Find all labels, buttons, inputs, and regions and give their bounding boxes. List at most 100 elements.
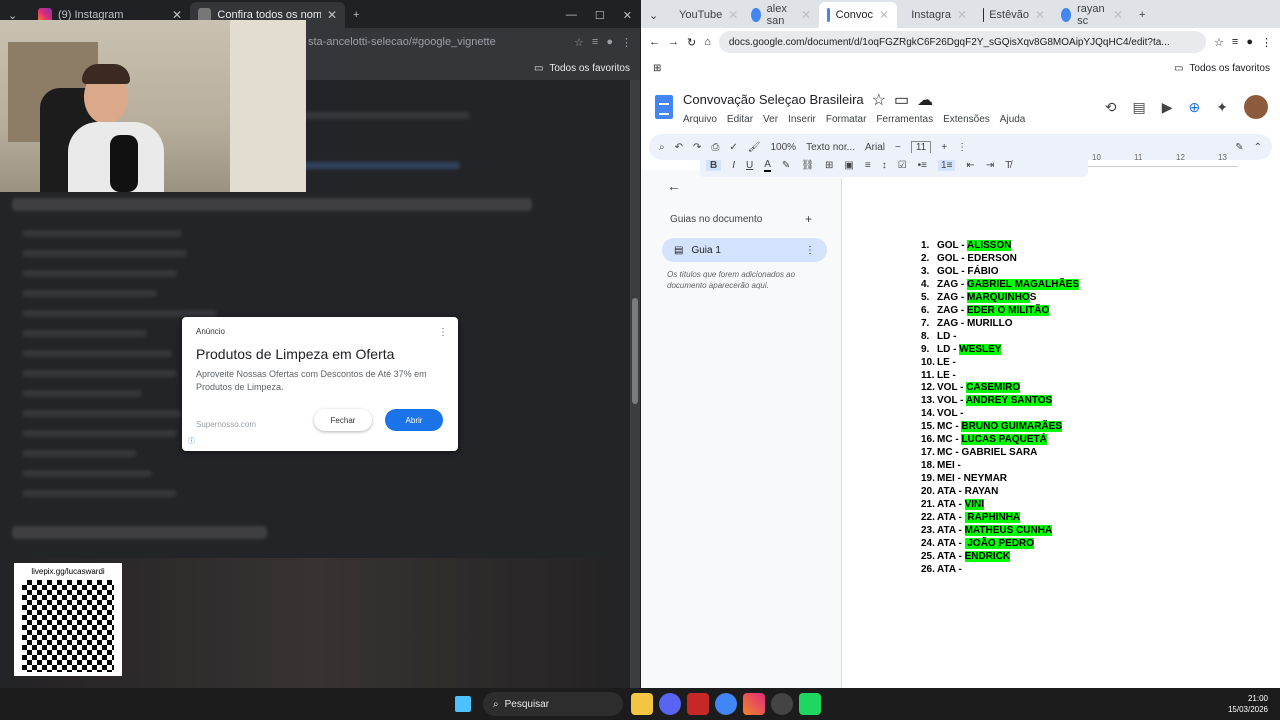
menu-ver[interactable]: Ver bbox=[763, 114, 778, 125]
obs-icon[interactable] bbox=[771, 693, 793, 715]
outline-tab-guia-1[interactable]: ▤ Guia 1 ⋮ bbox=[662, 238, 827, 262]
minimize-icon[interactable]: — bbox=[566, 9, 577, 21]
docs-logo-icon[interactable] bbox=[655, 95, 673, 119]
search-menus-icon[interactable]: ⌕ bbox=[659, 142, 665, 153]
font-size-increase[interactable]: + bbox=[941, 142, 947, 153]
squad-list-item[interactable]: 9. LD - WESLEY bbox=[921, 343, 1079, 357]
maximize-icon[interactable]: ☐ bbox=[595, 9, 605, 22]
squad-list-item[interactable]: 4. ZAG - GABRIEL MAGALHÃES bbox=[921, 278, 1080, 292]
add-tab-icon[interactable]: + bbox=[805, 212, 812, 226]
ad-source[interactable]: Supernosso.com bbox=[196, 420, 256, 429]
app-icon[interactable] bbox=[687, 693, 709, 715]
app-icon[interactable] bbox=[799, 693, 821, 715]
tab-google-docs[interactable]: Convoc ✕ bbox=[819, 2, 897, 28]
squad-list-item[interactable]: 12. VOL - CASEMIRO bbox=[921, 382, 1079, 395]
highlight-icon[interactable]: ✎ bbox=[782, 160, 790, 171]
ad-close-button[interactable]: Fechar bbox=[314, 409, 372, 431]
tab-rayan-search[interactable]: rayan sc ✕ bbox=[1053, 2, 1131, 28]
bookmark-star-icon[interactable]: ☆ bbox=[1214, 36, 1224, 49]
scroll-thumb[interactable] bbox=[632, 298, 638, 404]
squad-list-item[interactable]: 17. MC - GABRIEL SARA bbox=[921, 447, 1079, 460]
document-title[interactable]: Convovação Seleçao Brasileira bbox=[683, 92, 864, 107]
tab-instagram[interactable]: Instagra ✕ bbox=[897, 2, 975, 28]
left-scrollbar[interactable] bbox=[630, 80, 640, 688]
squad-list-item[interactable]: 2. GOL - EDERSON bbox=[921, 253, 1079, 266]
menu-extensoes[interactable]: Extensões bbox=[943, 114, 990, 125]
comments-icon[interactable]: ▤ bbox=[1133, 99, 1146, 116]
menu-dots-icon[interactable]: ⋮ bbox=[1261, 36, 1272, 49]
close-icon[interactable]: ✕ bbox=[879, 8, 889, 22]
move-folder-icon[interactable]: ▭ bbox=[894, 90, 909, 110]
meet-icon[interactable]: ▶ bbox=[1162, 99, 1173, 116]
squad-list-item[interactable]: 13. VOL - ANDREY SANTOS bbox=[921, 395, 1079, 408]
checklist-icon[interactable]: ☑ bbox=[898, 160, 907, 171]
link-icon[interactable]: ⛓ bbox=[801, 160, 814, 171]
squad-list-item[interactable]: 14. VOL - bbox=[921, 408, 1079, 421]
forward-icon[interactable]: → bbox=[668, 36, 679, 48]
menu-dots-icon[interactable]: ⋮ bbox=[621, 36, 632, 49]
bold-icon[interactable]: B bbox=[706, 159, 722, 171]
chrome-icon[interactable] bbox=[715, 693, 737, 715]
squad-list-item[interactable]: 24. ATA - JOÃO PEDRO bbox=[921, 537, 1079, 551]
cloud-status-icon[interactable]: ☁ bbox=[917, 90, 933, 110]
collapse-icon[interactable]: ⌃ bbox=[1254, 142, 1262, 153]
squad-list-item[interactable]: 3. GOL - FÁBIO bbox=[921, 266, 1079, 279]
bullet-list-icon[interactable]: •≡ bbox=[918, 160, 927, 171]
discord-icon[interactable] bbox=[659, 693, 681, 715]
start-icon[interactable] bbox=[455, 696, 471, 712]
line-spacing-icon[interactable]: ↕ bbox=[882, 160, 887, 171]
squad-list-item[interactable]: 18. MEI - bbox=[921, 460, 1079, 473]
align-icon[interactable]: ≡ bbox=[865, 160, 871, 171]
squad-list-item[interactable]: 20. ATA - RAYAN bbox=[921, 486, 1079, 499]
close-icon[interactable]: ✕ bbox=[957, 8, 967, 22]
image-icon[interactable]: ▣ bbox=[844, 160, 853, 171]
editing-mode-icon[interactable]: ✎ bbox=[1235, 142, 1243, 153]
comment-icon[interactable]: ⊞ bbox=[825, 160, 833, 171]
squad-list-item[interactable]: 22. ATA - RAPHINHA bbox=[921, 512, 1079, 525]
menu-formatar[interactable]: Formatar bbox=[826, 114, 867, 125]
italic-icon[interactable]: I bbox=[732, 160, 735, 171]
decrease-indent-icon[interactable]: ⇤ bbox=[966, 160, 974, 171]
reload-icon[interactable]: ↻ bbox=[687, 36, 696, 49]
media-icon[interactable]: ≡ bbox=[1232, 36, 1238, 48]
squad-list-item[interactable]: 23. ATA - MATHEUS CUNHA bbox=[921, 524, 1079, 538]
menu-ajuda[interactable]: Ajuda bbox=[1000, 114, 1026, 125]
menu-ferramentas[interactable]: Ferramentas bbox=[876, 114, 933, 125]
squad-list[interactable]: 1. GOL - ALISSON 2. GOL - EDERSON 3. GOL - FÁ… bbox=[921, 240, 1080, 577]
font-select[interactable]: Arial bbox=[865, 142, 885, 153]
style-select[interactable]: Texto nor... bbox=[806, 142, 855, 153]
squad-list-item[interactable]: 26. ATA - bbox=[921, 564, 1079, 577]
close-icon[interactable]: ✕ bbox=[1113, 8, 1123, 22]
new-tab-button[interactable]: + bbox=[1131, 2, 1153, 28]
account-avatar[interactable] bbox=[1244, 95, 1268, 119]
squad-list-item[interactable]: 15. MC - BRUNO GUIMARÃES bbox=[921, 421, 1079, 434]
menu-arquivo[interactable]: Arquivo bbox=[683, 114, 717, 125]
font-size-input[interactable]: 11 bbox=[910, 140, 932, 154]
close-window-icon[interactable]: ✕ bbox=[623, 9, 632, 22]
gemini-icon[interactable]: ✦ bbox=[1216, 99, 1228, 116]
more-options-icon[interactable]: ⋮ bbox=[957, 142, 967, 153]
squad-list-item[interactable]: 1. GOL - ALISSON bbox=[921, 240, 1079, 253]
ad-info-icon[interactable]: ⓘ bbox=[188, 436, 195, 446]
history-icon[interactable]: ⟲ bbox=[1105, 99, 1117, 116]
ad-open-button[interactable]: Abrir bbox=[385, 409, 443, 431]
numbered-list-icon[interactable]: 1≡ bbox=[938, 159, 956, 171]
close-icon[interactable]: ✕ bbox=[801, 8, 811, 22]
squad-list-item[interactable]: 16. MC - LUCAS PAQUETÁ bbox=[921, 434, 1079, 447]
close-icon[interactable]: ✕ bbox=[1035, 8, 1045, 22]
taskbar-search[interactable]: ⌕ Pesquisar bbox=[483, 692, 623, 716]
undo-icon[interactable]: ↶ bbox=[675, 142, 683, 153]
share-icon[interactable]: ⊕ bbox=[1189, 99, 1201, 116]
print-icon[interactable]: ⎙ bbox=[711, 142, 719, 153]
squad-list-item[interactable]: 10. LE - bbox=[921, 357, 1079, 370]
tab-google-search[interactable]: alex san ✕ bbox=[743, 2, 819, 28]
new-tab-button[interactable]: + bbox=[345, 2, 369, 28]
bookmark-star-icon[interactable]: ☆ bbox=[574, 36, 584, 49]
profile-avatar[interactable]: ● bbox=[1246, 36, 1253, 48]
ruler[interactable]: 10 11 12 13 bbox=[1088, 153, 1238, 167]
squad-list-item[interactable]: 5. ZAG - MARQUINHOS bbox=[921, 291, 1079, 305]
close-icon[interactable]: ✕ bbox=[327, 8, 337, 22]
clear-formatting-icon[interactable]: T̸ bbox=[1005, 160, 1011, 171]
tab-search-dropdown[interactable]: ⌄ bbox=[641, 2, 665, 28]
file-explorer-icon[interactable] bbox=[631, 693, 653, 715]
